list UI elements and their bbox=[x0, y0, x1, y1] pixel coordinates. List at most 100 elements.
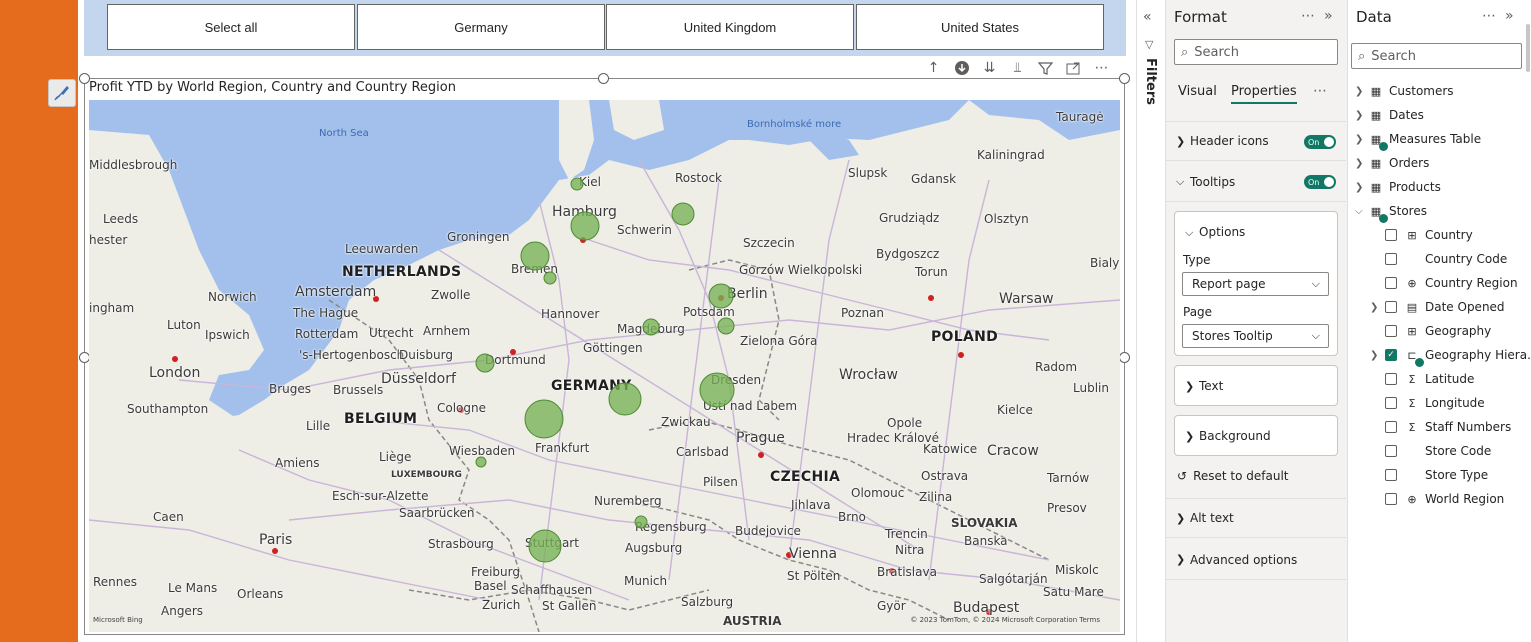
slicer-button-germany[interactable]: Germany bbox=[357, 4, 605, 50]
expand-next-level-icon[interactable]: ⇊ bbox=[980, 59, 999, 78]
chevron-right-icon[interactable]: ❯ bbox=[1370, 302, 1385, 313]
section-alt-text[interactable]: ❯ Alt text bbox=[1166, 498, 1346, 538]
more-options-icon[interactable]: ⋯ bbox=[1301, 8, 1318, 24]
type-label: Type bbox=[1183, 253, 1211, 267]
field-date-opened[interactable]: ❯ ▤ Date Opened bbox=[1370, 297, 1505, 317]
tooltips-toggle[interactable]: On bbox=[1304, 175, 1336, 189]
chevron-right-icon: ❯ bbox=[1355, 157, 1364, 169]
field-country[interactable]: ⊞ Country bbox=[1385, 225, 1473, 245]
reset-to-default-button[interactable]: ↺ Reset to default bbox=[1177, 469, 1288, 483]
field-checkbox[interactable] bbox=[1385, 373, 1397, 385]
table-dates[interactable]: ❯ ▦ Dates bbox=[1355, 105, 1424, 125]
chevron-down-icon: ⌵ bbox=[1355, 205, 1363, 217]
chevron-right-icon: ❯ bbox=[1355, 85, 1364, 97]
search-placeholder: Search bbox=[1371, 48, 1416, 64]
sigma-icon: Σ bbox=[1408, 420, 1416, 434]
chevron-right-icon[interactable]: ❯ bbox=[1370, 350, 1385, 361]
table-products[interactable]: ❯ ▦ Products bbox=[1355, 177, 1441, 197]
field-geography-hierarchy[interactable]: ❯ ✓ ⊏ Geography Hiera... bbox=[1370, 345, 1531, 367]
field-checkbox[interactable] bbox=[1385, 277, 1397, 289]
tooltip-page-dropdown[interactable]: Stores Tooltip ⌵ bbox=[1182, 324, 1329, 348]
header-icons-toggle[interactable]: On bbox=[1304, 135, 1336, 149]
field-checkbox[interactable] bbox=[1385, 445, 1397, 457]
search-icon: ⌕ bbox=[1181, 44, 1189, 60]
field-country-code[interactable]: Country Code bbox=[1385, 249, 1507, 269]
format-painter-chip[interactable] bbox=[48, 79, 76, 107]
table-customers[interactable]: ❯ ▦ Customers bbox=[1355, 81, 1454, 101]
chevron-down-icon: ⌵ bbox=[1311, 329, 1320, 342]
bubble-map[interactable]: North Sea Bornholmské more NETHERLANDS B… bbox=[89, 100, 1120, 632]
store-bubble bbox=[608, 382, 642, 416]
field-store-code[interactable]: Store Code bbox=[1385, 441, 1491, 461]
field-checkbox[interactable] bbox=[1385, 301, 1397, 313]
sigma-icon: Σ bbox=[1408, 396, 1416, 410]
drill-down-on-icon[interactable] bbox=[952, 59, 971, 78]
store-bubble bbox=[524, 399, 564, 439]
text-card[interactable]: ❯ Text bbox=[1174, 365, 1338, 406]
resize-handle[interactable] bbox=[1119, 73, 1130, 84]
store-bubble bbox=[642, 318, 660, 336]
field-world-region[interactable]: ⊕ World Region bbox=[1385, 489, 1504, 509]
section-advanced-options[interactable]: ❯ Advanced options bbox=[1166, 540, 1346, 580]
data-search-input[interactable]: ⌕ Search bbox=[1351, 43, 1522, 69]
data-pane-title: Data bbox=[1356, 8, 1392, 26]
field-checkbox-checked[interactable]: ✓ bbox=[1385, 349, 1397, 361]
field-store-type[interactable]: Store Type bbox=[1385, 465, 1488, 485]
table-orders[interactable]: ❯ ▦ Orders bbox=[1355, 153, 1429, 173]
format-search-input[interactable]: ⌕ Search bbox=[1174, 39, 1338, 65]
store-bubble bbox=[634, 515, 648, 529]
field-checkbox[interactable] bbox=[1385, 229, 1397, 241]
resize-handle[interactable] bbox=[598, 73, 609, 84]
field-longitude[interactable]: Σ Longitude bbox=[1385, 393, 1485, 413]
collapse-pane-icon[interactable]: » bbox=[1505, 8, 1517, 24]
chevron-down-icon: ⌵ bbox=[1311, 277, 1320, 290]
expand-filters-icon[interactable]: « bbox=[1143, 9, 1152, 25]
more-options-icon[interactable]: ⋯ bbox=[1482, 8, 1499, 24]
globe-icon: ⊕ bbox=[1407, 492, 1417, 506]
slicer-button-united-kingdom[interactable]: United Kingdom bbox=[606, 4, 854, 50]
field-geography[interactable]: ⊞ Geography bbox=[1385, 321, 1491, 341]
field-checkbox[interactable] bbox=[1385, 421, 1397, 433]
field-checkbox[interactable] bbox=[1385, 469, 1397, 481]
filter-icon[interactable] bbox=[1036, 59, 1055, 78]
chevron-right-icon: ❯ bbox=[1355, 109, 1364, 121]
tab-visual[interactable]: Visual bbox=[1178, 84, 1217, 99]
options-header[interactable]: ⌵ Options bbox=[1185, 225, 1245, 240]
filters-label[interactable]: Filters bbox=[1143, 58, 1158, 105]
visual-title: Profit YTD by World Region, Country and … bbox=[89, 80, 456, 95]
field-checkbox[interactable] bbox=[1385, 397, 1397, 409]
field-checkbox[interactable] bbox=[1385, 493, 1397, 505]
drill-up-icon[interactable]: ↑ bbox=[924, 59, 943, 78]
dropdown-value: Stores Tooltip bbox=[1192, 329, 1273, 343]
table-measures[interactable]: ❯ ▦ Measures Table bbox=[1355, 129, 1481, 151]
search-icon: ⌕ bbox=[1358, 48, 1366, 64]
chevron-right-icon: ❯ bbox=[1176, 553, 1186, 566]
table-stores[interactable]: ⌵ ▦ Stores bbox=[1355, 201, 1427, 223]
expand-hierarchy-icon[interactable]: ⫫ bbox=[1008, 59, 1027, 78]
slicer-button-united-states[interactable]: United States bbox=[856, 4, 1104, 50]
geo-icon: ⊞ bbox=[1407, 324, 1417, 338]
section-tooltips[interactable]: ⌵ Tooltips On bbox=[1166, 162, 1346, 202]
map-attribution[interactable]: © 2023 TomTom, © 2024 Microsoft Corporat… bbox=[910, 616, 1100, 624]
chevron-down-icon: ⌵ bbox=[1185, 226, 1194, 239]
field-staff-numbers[interactable]: Σ Staff Numbers bbox=[1385, 417, 1511, 437]
background-card[interactable]: ❯ Background bbox=[1174, 415, 1338, 456]
field-country-region[interactable]: ⊕ Country Region bbox=[1385, 273, 1518, 293]
more-options-icon[interactable]: ⋯ bbox=[1313, 83, 1330, 99]
focus-mode-icon[interactable] bbox=[1064, 59, 1083, 78]
tooltip-type-dropdown[interactable]: Report page ⌵ bbox=[1182, 272, 1329, 296]
bubble-layer bbox=[475, 177, 735, 563]
more-options-icon[interactable]: ⋯ bbox=[1092, 59, 1111, 78]
field-checkbox[interactable] bbox=[1385, 253, 1397, 265]
section-header-icons[interactable]: ❯ Header icons On bbox=[1166, 121, 1346, 161]
resize-handle[interactable] bbox=[1119, 352, 1130, 363]
data-pane-scrollbar[interactable] bbox=[1526, 24, 1530, 72]
collapse-pane-icon[interactable]: » bbox=[1324, 8, 1336, 24]
field-checkbox[interactable] bbox=[1385, 325, 1397, 337]
table-icon: ▦ bbox=[1370, 180, 1382, 194]
store-bubble bbox=[528, 529, 562, 563]
field-latitude[interactable]: Σ Latitude bbox=[1385, 369, 1474, 389]
sigma-icon: Σ bbox=[1408, 372, 1416, 386]
tab-properties[interactable]: Properties bbox=[1231, 84, 1297, 104]
slicer-button-select-all[interactable]: Select all bbox=[107, 4, 355, 50]
